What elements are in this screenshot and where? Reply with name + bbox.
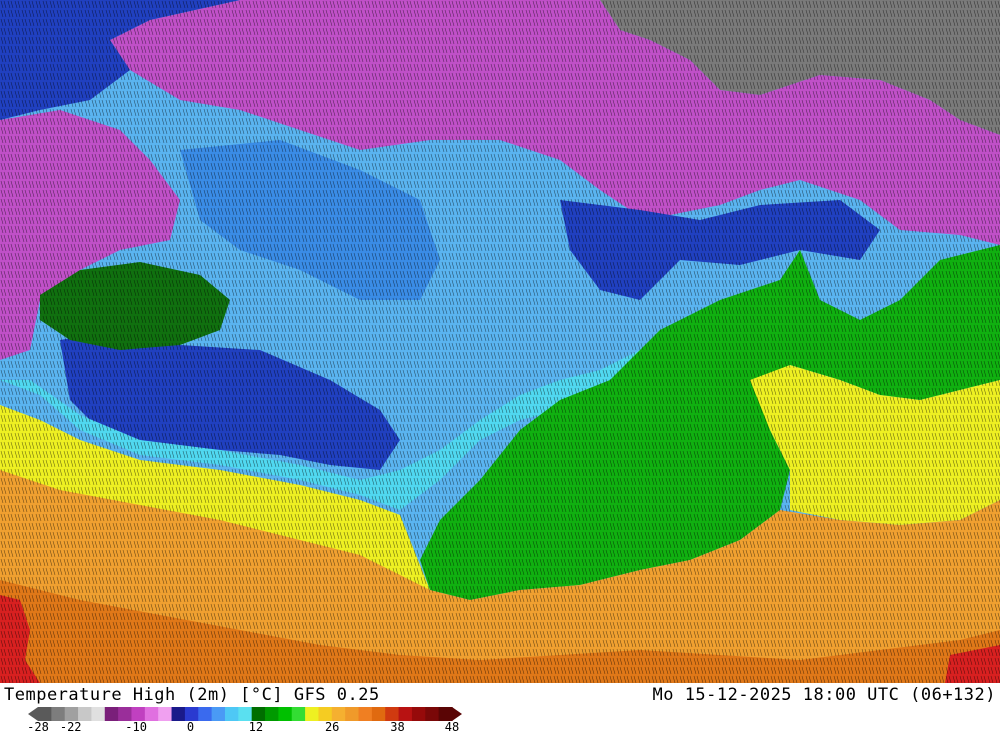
legend-tick-label: -10 [125, 720, 147, 734]
legend-arrow-low [28, 707, 38, 721]
legend-swatch [158, 707, 173, 721]
legend-tick-label: 0 [186, 720, 195, 734]
legend-arrow-high [452, 707, 462, 721]
legend-tick-label: 38 [390, 720, 405, 734]
legend-swatch [104, 707, 119, 721]
legend-tick-label: 48 [444, 720, 460, 734]
legend-swatch [118, 707, 133, 721]
legend-swatch [345, 707, 360, 721]
map-title: Temperature High (2m) [°C] GFS 0.25 [4, 685, 380, 705]
legend-swatch [198, 707, 213, 721]
legend-swatch [64, 707, 79, 721]
map-footer: Temperature High (2m) [°C] GFS 0.25 Mo 1… [0, 683, 1000, 734]
legend-swatch [425, 707, 440, 721]
legend-swatch [265, 707, 279, 721]
legend-swatch [291, 707, 306, 721]
legend-swatch [371, 707, 386, 721]
legend-swatch [211, 707, 226, 721]
legend-swatch [51, 707, 66, 721]
legend-swatch [411, 707, 426, 721]
legend-swatch [385, 707, 400, 721]
legend-swatch [278, 707, 293, 721]
legend-tick-label: 26 [324, 720, 340, 734]
legend-swatch [78, 707, 93, 721]
valid-time: Mo 15-12-2025 18:00 UTC (06+132) [652, 685, 996, 705]
legend-swatch [91, 707, 106, 721]
legend-swatch [171, 707, 186, 721]
legend-swatch [38, 707, 52, 721]
legend-swatch [331, 707, 346, 721]
legend-swatch [358, 707, 373, 721]
temperature-map [0, 0, 1000, 683]
legend-swatch [305, 707, 320, 721]
legend-swatch [251, 707, 266, 721]
legend-swatch [438, 707, 453, 721]
contour-hatching [0, 0, 1000, 683]
legend-swatch [238, 707, 253, 721]
legend-swatch [184, 707, 199, 721]
legend-tick-label: -22 [59, 720, 82, 734]
legend-swatch [318, 707, 333, 721]
legend-swatch [131, 707, 146, 721]
legend-swatch [398, 707, 413, 721]
legend-swatch [144, 707, 159, 721]
legend-tick-label: 12 [248, 720, 264, 734]
legend-swatch [224, 707, 239, 721]
color-legend [28, 707, 462, 721]
legend-tick-label: -28 [27, 720, 49, 734]
